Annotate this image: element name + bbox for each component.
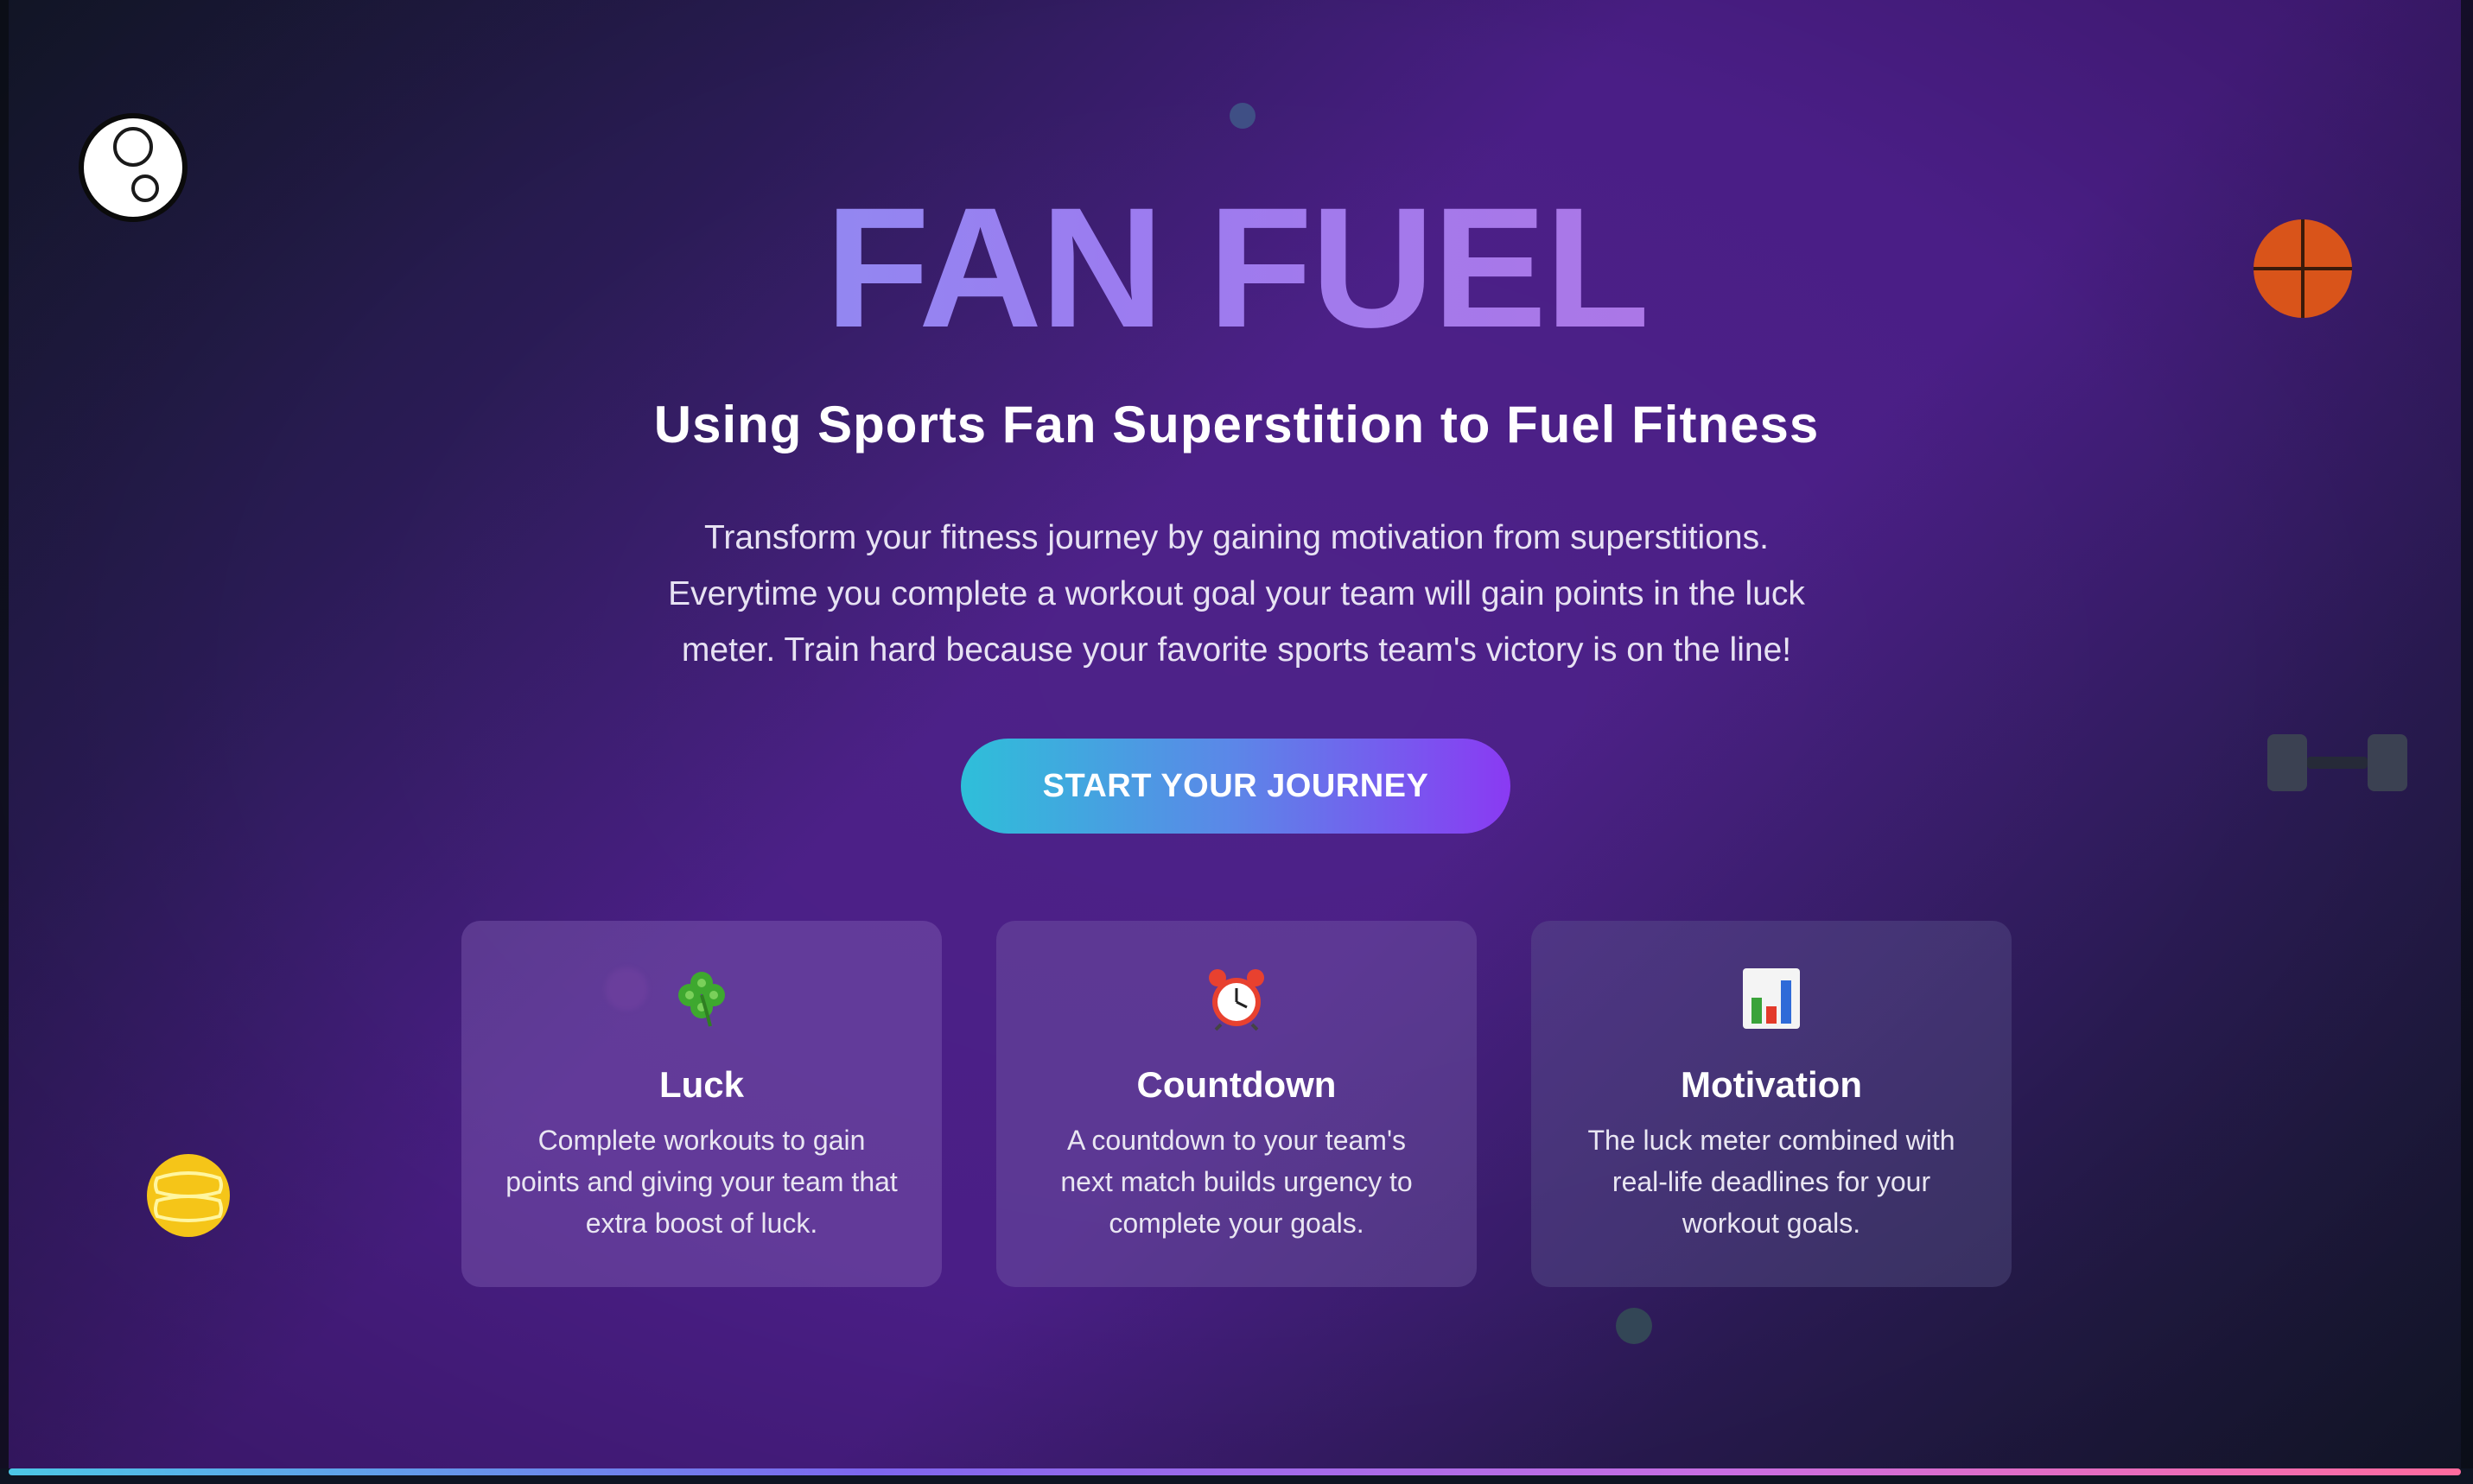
tennis-ball-icon	[147, 1154, 230, 1237]
landing-page: FAN FUEL Using Sports Fan Superstition t…	[0, 0, 2473, 1484]
four-leaf-clover-icon	[461, 964, 942, 1033]
hero-description: Transform your fitness journey by gainin…	[639, 510, 1834, 678]
feature-description: The luck meter combined with real-life d…	[1587, 1125, 1955, 1239]
bar-chart-icon	[1531, 964, 2012, 1033]
feature-description: A countdown to your team's next match bu…	[1060, 1125, 1413, 1239]
feature-description: Complete workouts to gain points and giv…	[505, 1125, 898, 1239]
decorative-dot	[1230, 103, 1256, 129]
description-line: Transform your fitness journey by gainin…	[704, 519, 1769, 556]
feature-title: Luck	[658, 1064, 745, 1105]
start-journey-button[interactable]: START YOUR JOURNEY	[961, 739, 1510, 834]
decorative-dot	[1616, 1308, 1652, 1344]
alarm-clock-icon	[996, 964, 1477, 1033]
dumbbell-icon	[2267, 734, 2407, 791]
feature-card-countdown: Countdown A countdown to your team's nex…	[996, 921, 1477, 1287]
page-subtitle: Using Sports Fan Superstition to Fuel Fi…	[653, 396, 1820, 453]
page-title: FAN FUEL	[0, 181, 2473, 354]
bottom-accent-bar	[9, 1468, 2461, 1475]
feature-title: Motivation	[1681, 1064, 1862, 1105]
feature-title: Countdown	[1136, 1064, 1337, 1105]
feature-cards: Luck Complete workouts to gain points an…	[461, 921, 2012, 1287]
description-line: Everytime you complete a workout goal yo…	[668, 575, 1805, 612]
feature-card-luck: Luck Complete workouts to gain points an…	[461, 921, 942, 1287]
description-line: meter. Train hard because your favorite …	[681, 631, 1792, 669]
feature-card-motivation: Motivation The luck meter combined with …	[1531, 921, 2012, 1287]
